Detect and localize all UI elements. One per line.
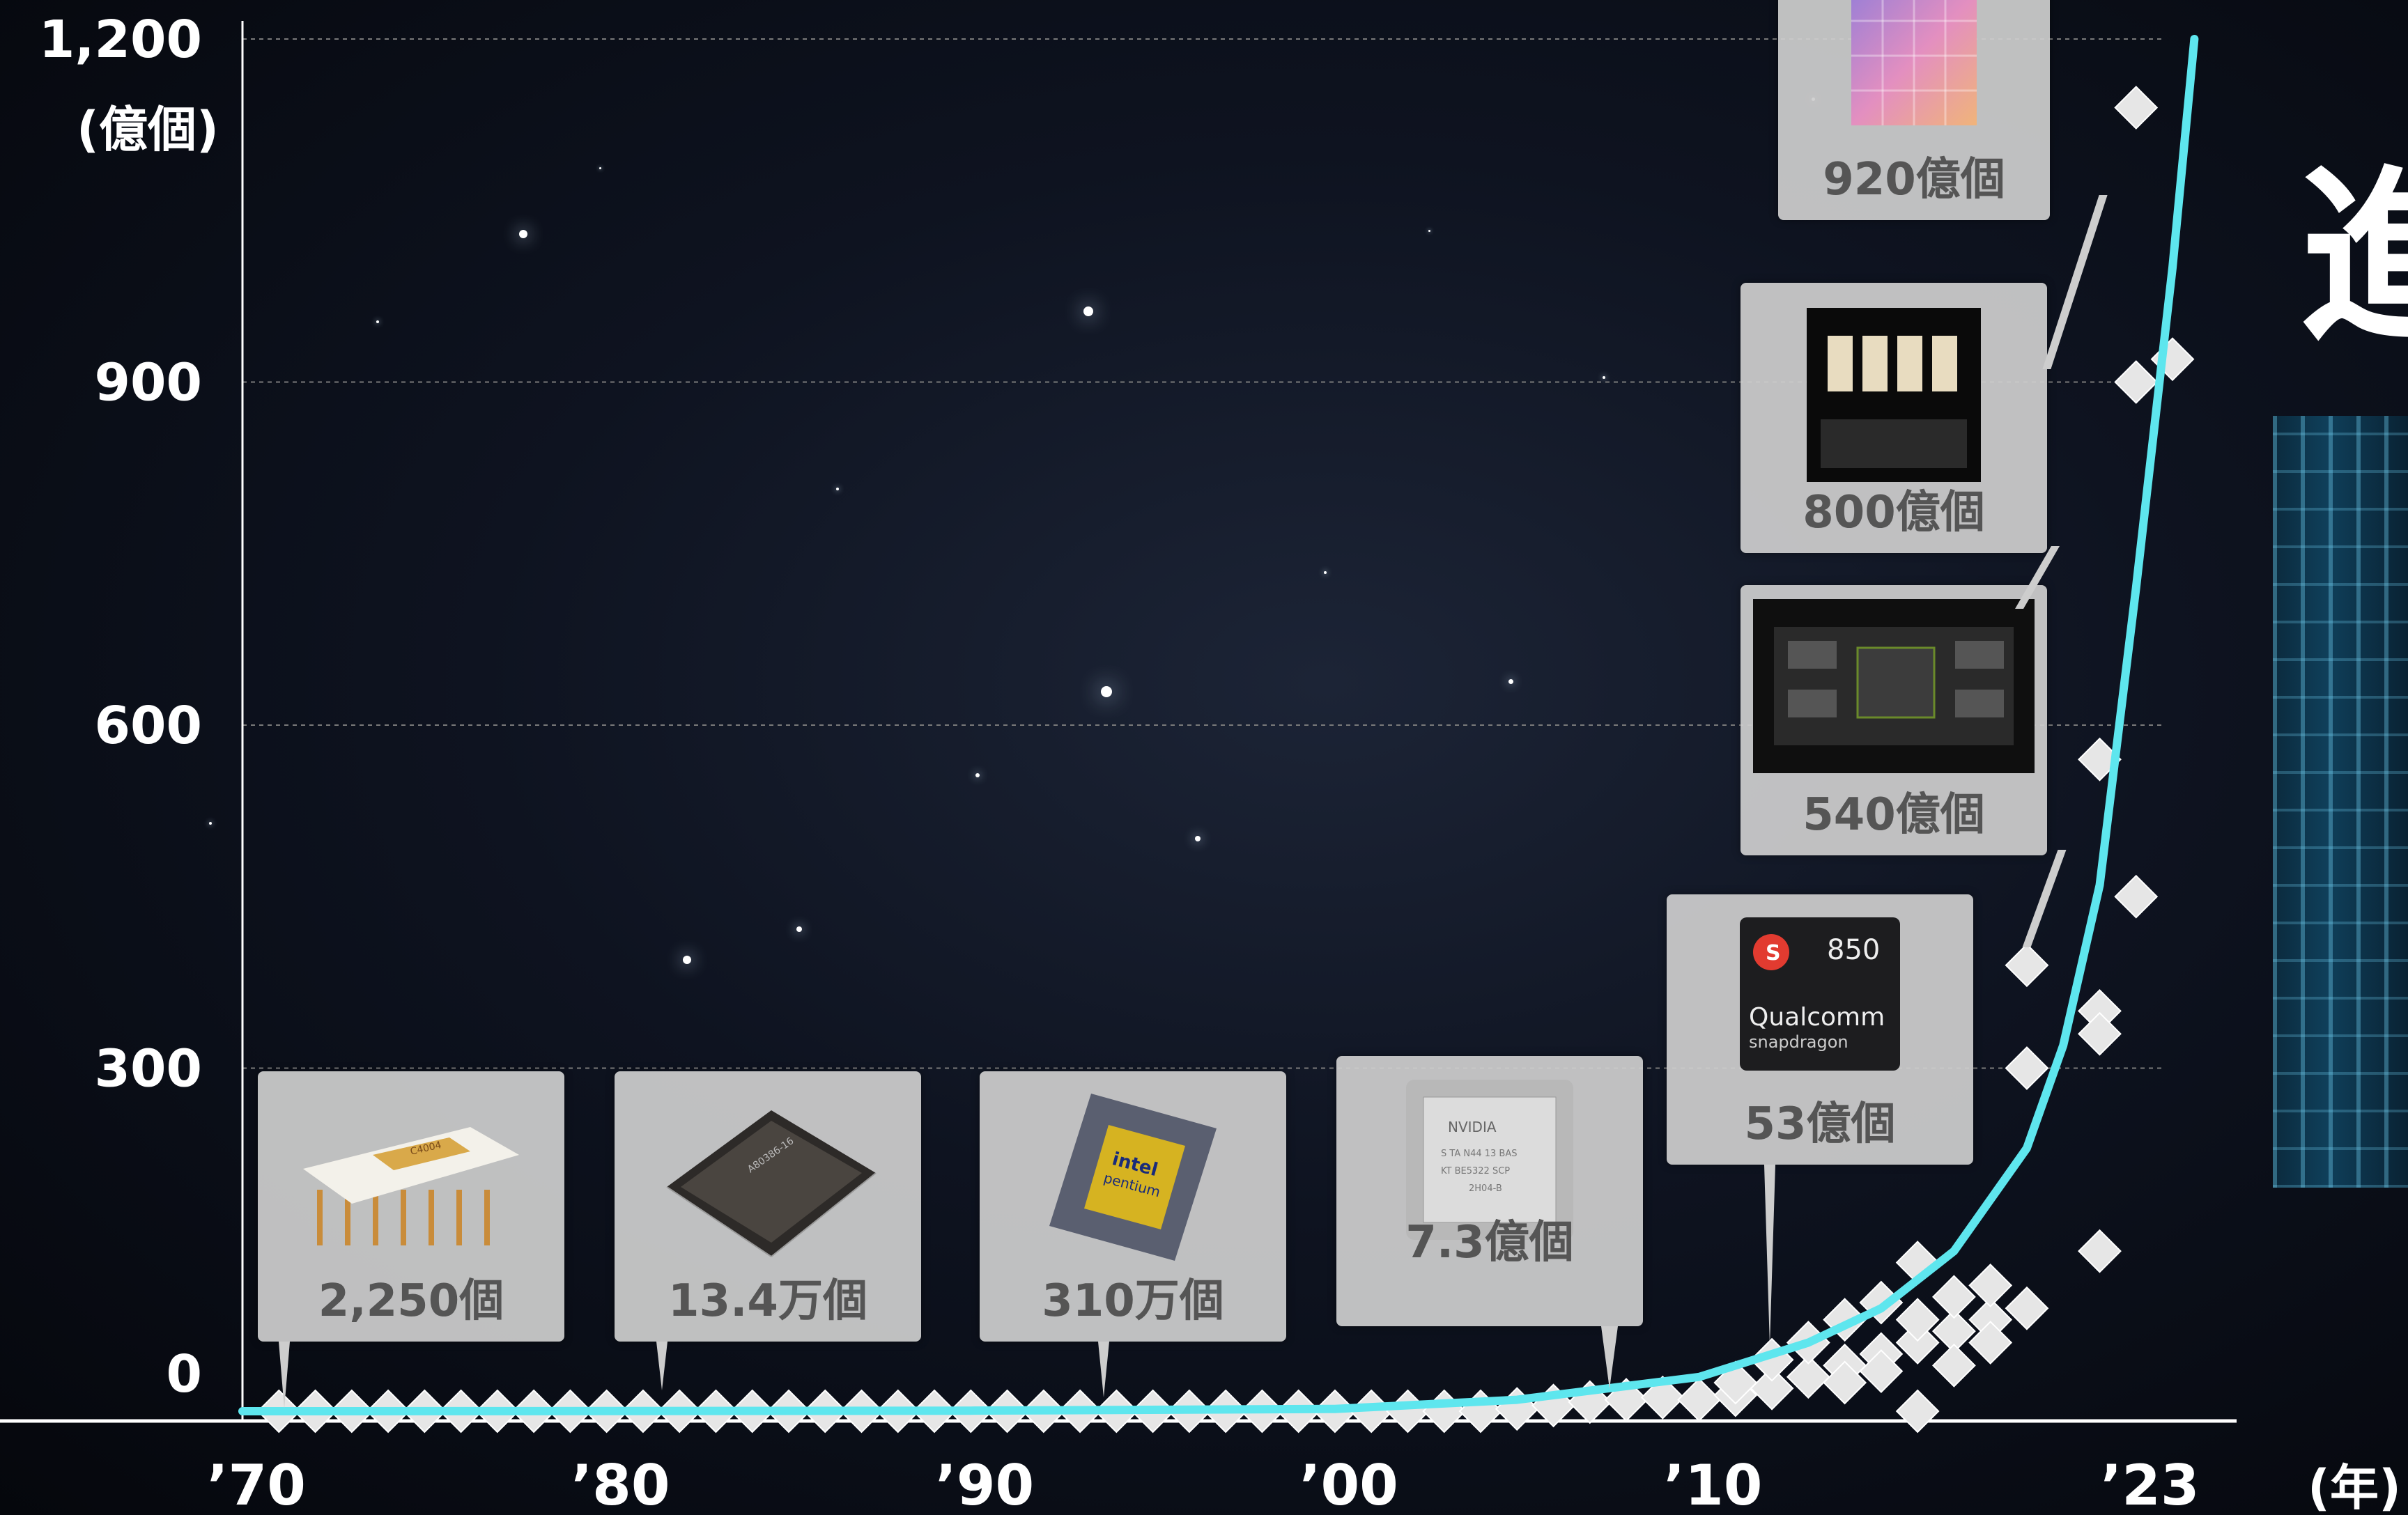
callout-intel-pentium: intel pentium 310万個 [980,1071,1286,1397]
nvidia-h100-module-icon [1807,308,1981,485]
y-tick-label-2: 600 [95,696,202,756]
y-axis-ticks: 0 300 600 900 1,200 [39,10,202,1404]
callout-pointer [279,1342,290,1408]
callout-label: 53億個 [1744,1098,1896,1150]
callout-pointer [1601,1326,1618,1389]
x-tick-label-5: ’23 [2101,1453,2200,1515]
callout-nvidia-a100: 540億個 [1741,585,2067,947]
intel-386-chip-icon: A80386-16 [653,1096,883,1266]
partial-heading: 進 [2299,148,2408,367]
data-point-71 [2114,86,2159,130]
callout-colorful-die: 920億個 [1778,0,2108,369]
y-axis-unit-label: (億個) [77,101,219,158]
callout-label: 13.4万個 [668,1275,867,1327]
callout-nvidia-gpu: NVIDIA S TA N44 13 BAS KT BE5322 SCP 2H0… [1336,1056,1643,1389]
callout-label: 310万個 [1042,1275,1224,1327]
intel-pentium-chip-icon: intel pentium [1042,1087,1224,1271]
callout-intel-386: A80386-16 13.4万個 [615,1071,921,1390]
data-point-58 [1932,1343,1976,1388]
data-point-65 [2078,1229,2122,1273]
data-point-60 [1968,1264,2013,1307]
callout-label: 920億個 [1823,154,2005,205]
svg-text:S TA N44 13 BAS: S TA N44 13 BAS [1441,1149,1517,1159]
data-point-54 [1895,1298,1940,1342]
callout-pointer [1764,1165,1775,1346]
data-point-33 [1458,1389,1503,1434]
callout-label: 2,250個 [318,1275,504,1327]
x-tick-label-0: ’70 [207,1453,306,1515]
x-axis-unit-label: (年) [2308,1459,2401,1515]
svg-text:KT BE5322 SCP: KT BE5322 SCP [1441,1166,1510,1176]
chip-brand-text: Qualcomm [1749,1003,1885,1032]
svg-text:NVIDIA: NVIDIA [1448,1119,1497,1135]
y-tick-label-3: 900 [95,353,202,413]
server-image [2273,416,2408,1188]
data-point-62 [2005,1286,2049,1330]
data-point-67 [2078,1011,2122,1056]
data-point-69 [2114,874,2159,919]
intel-4004-chip-icon: C4004 [296,1106,526,1255]
callout-pointer [656,1342,667,1390]
y-tick-label-1: 300 [95,1039,202,1099]
chip-sub-text: snapdragon [1749,1032,1849,1052]
callout-snapdragon: S 850 Qualcomm snapdragon 53億個 [1667,894,1973,1346]
nvidia-a100-module-icon [1753,599,2035,776]
data-point-70 [2114,360,2159,404]
colorful-die-icon [1851,0,1977,128]
callout-label: 7.3億個 [1405,1217,1574,1268]
data-point-39 [1677,1378,1721,1422]
snapdragon-850-chip-icon: S 850 Qualcomm snapdragon [1736,914,1904,1077]
callout-label: 800億個 [1803,487,1985,538]
x-tick-label-3: ’00 [1299,1453,1398,1515]
data-point-64 [2005,943,2049,988]
x-axis-ticks: ’70 ’80 ’90 ’00 ’10 ’23 [207,1453,2199,1515]
callout-nvidia-h100: 800億個 [1741,283,2060,609]
server-image-pattern [2273,416,2408,1188]
y-tick-label-4: 1,200 [39,10,202,70]
svg-text:S: S [1766,941,1781,965]
svg-text:2H04-B: 2H04-B [1469,1183,1502,1194]
x-tick-label-1: ’80 [571,1453,670,1515]
x-tick-label-2: ’90 [935,1453,1034,1515]
callout-pointer [1098,1342,1109,1397]
y-tick-label-0: 0 [167,1344,203,1404]
x-tick-label-4: ’10 [1664,1453,1763,1515]
data-point-61 [1968,1321,2013,1365]
callout-label: 540億個 [1803,789,1985,841]
data-point-55 [1895,1389,1940,1434]
data-point-57 [1932,1275,1976,1319]
data-point-63 [2005,1046,2049,1090]
callout-intel-4004: C4004 2,250個 [258,1071,564,1408]
chip-model-text: 850 [1827,934,1880,966]
